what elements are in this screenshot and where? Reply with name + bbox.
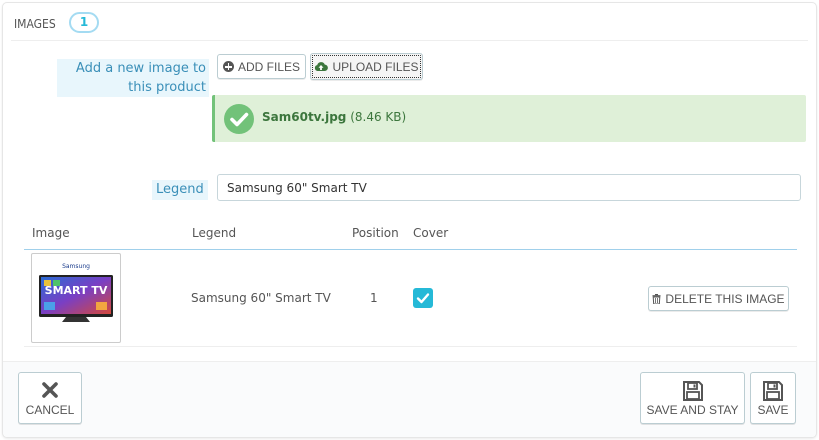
add-files-button[interactable]: ADD FILES: [217, 54, 306, 79]
check-circle-icon: [224, 104, 254, 134]
image-count-badge: 1: [69, 12, 99, 33]
save-button[interactable]: SAVE: [750, 372, 796, 424]
upload-files-button[interactable]: UPLOAD FILES: [310, 53, 423, 80]
floppy-disk-icon: [682, 381, 703, 401]
panel-title: IMAGES: [14, 17, 56, 31]
cloud-upload-icon: [315, 62, 329, 72]
table-row-divider: [24, 346, 797, 347]
uploaded-file-size: (8.46 KB): [350, 110, 407, 124]
row-legend: Samsung 60" Smart TV: [191, 291, 331, 305]
save-and-stay-button[interactable]: SAVE AND STAY: [640, 372, 745, 424]
legend-input[interactable]: [217, 174, 801, 201]
upload-success-alert: Sam60tv.jpg (8.46 KB): [212, 95, 806, 142]
save-label: SAVE: [757, 403, 789, 417]
close-icon: [42, 382, 58, 398]
add-image-label: Add a new image to this product: [57, 59, 209, 97]
check-icon: [416, 293, 430, 304]
delete-image-button[interactable]: DELETE THIS IMAGE: [648, 286, 789, 311]
column-header-cover: Cover: [413, 226, 449, 240]
panel-heading: IMAGES 1: [11, 11, 808, 41]
tv-image: Samsung SMART TV: [39, 263, 113, 322]
trash-icon: [652, 293, 661, 304]
cover-checkbox[interactable]: [413, 288, 433, 308]
floppy-disk-icon: [763, 381, 783, 401]
delete-image-label: DELETE THIS IMAGE: [665, 291, 785, 306]
thumb-brand: Samsung: [62, 263, 90, 270]
column-header-legend: Legend: [192, 226, 237, 240]
column-header-image: Image: [32, 226, 70, 240]
add-files-label: ADD FILES: [237, 59, 300, 74]
row-position: 1: [370, 291, 378, 305]
upload-files-label: UPLOAD FILES: [332, 59, 419, 74]
image-thumbnail[interactable]: Samsung SMART TV: [31, 253, 121, 343]
plus-circle-icon: [222, 61, 234, 72]
uploaded-file-name: Sam60tv.jpg: [262, 110, 347, 124]
table-header-divider: [24, 249, 797, 250]
save-and-stay-label: SAVE AND STAY: [646, 403, 739, 417]
upload-success-text: Sam60tv.jpg (8.46 KB): [262, 110, 406, 124]
cancel-label: CANCEL: [25, 403, 75, 417]
column-header-position: Position: [352, 226, 399, 240]
legend-label: Legend: [152, 180, 208, 200]
cancel-button[interactable]: CANCEL: [18, 372, 82, 424]
thumb-smart-tv: SMART TV: [45, 284, 108, 297]
add-image-label-wrap: Add a new image to this product: [57, 59, 209, 97]
